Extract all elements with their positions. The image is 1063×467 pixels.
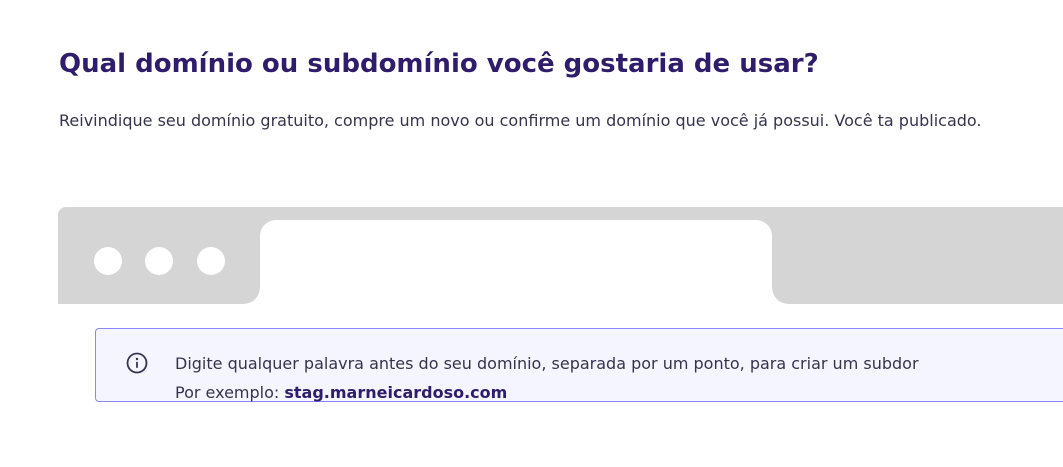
browser-tab <box>260 220 772 304</box>
example-domain: stag.marneicardoso.com <box>284 383 508 402</box>
info-alert-example: Por exemplo: stag.marneicardoso.com <box>175 378 919 407</box>
window-dot-icon <box>94 247 122 275</box>
tab-corner <box>244 288 260 304</box>
tab-corner <box>772 288 788 304</box>
window-dot-icon <box>197 247 225 275</box>
page-description: Reivindique seu domínio gratuito, compre… <box>59 111 982 130</box>
example-prefix: Por exemplo: <box>175 383 285 402</box>
browser-mockup: Digite qualquer palavra antes do seu dom… <box>58 207 1063 467</box>
info-alert-line: Digite qualquer palavra antes do seu dom… <box>175 354 919 373</box>
info-alert: Digite qualquer palavra antes do seu dom… <box>95 328 1063 402</box>
info-circle-icon <box>126 352 148 374</box>
window-dot-icon <box>145 247 173 275</box>
page-title: Qual domínio ou subdomínio você gostaria… <box>59 49 819 79</box>
info-alert-text: Digite qualquer palavra antes do seu dom… <box>175 349 919 407</box>
